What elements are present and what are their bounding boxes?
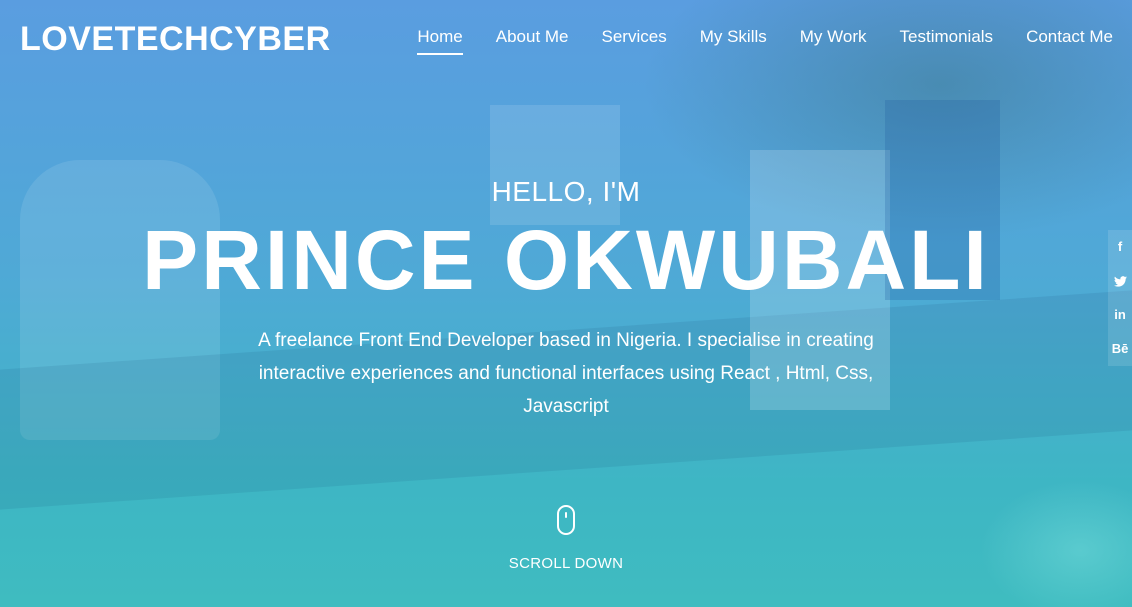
nav-item-about-me[interactable]: About Me <box>496 27 569 55</box>
linkedin-icon[interactable]: in <box>1108 298 1132 332</box>
background-highlight <box>980 480 1132 607</box>
site-logo[interactable]: LOVETECHCYBER <box>20 20 331 59</box>
nav-item-my-work[interactable]: My Work <box>800 27 867 55</box>
hero-description-line: Javascript <box>523 396 609 417</box>
social-links: f in Bē <box>1108 230 1132 366</box>
hero-description-line: A freelance Front End Developer based in… <box>258 330 874 351</box>
mouse-icon[interactable] <box>557 505 575 535</box>
twitter-icon[interactable] <box>1108 264 1132 298</box>
main-nav: Home About Me Services My Skills My Work… <box>384 27 1113 55</box>
behance-icon[interactable]: Bē <box>1108 332 1132 366</box>
nav-item-services[interactable]: Services <box>602 27 667 55</box>
scroll-down-link[interactable]: SCROLL DOWN <box>0 555 1132 572</box>
nav-item-my-skills[interactable]: My Skills <box>700 27 767 55</box>
facebook-icon[interactable]: f <box>1108 230 1132 264</box>
hero-greeting: HELLO, I'M <box>491 176 641 207</box>
hero-name: PRINCE OKWUBALI <box>142 213 990 307</box>
hero-section: LOVETECHCYBER Home About Me Services My … <box>0 0 1132 607</box>
nav-item-testimonials[interactable]: Testimonials <box>900 27 994 55</box>
nav-item-contact-me[interactable]: Contact Me <box>1026 27 1113 55</box>
hero-description-line: interactive experiences and functional i… <box>258 363 874 384</box>
nav-item-home[interactable]: Home <box>417 27 464 55</box>
hero-description: A freelance Front End Developer based in… <box>236 324 896 423</box>
